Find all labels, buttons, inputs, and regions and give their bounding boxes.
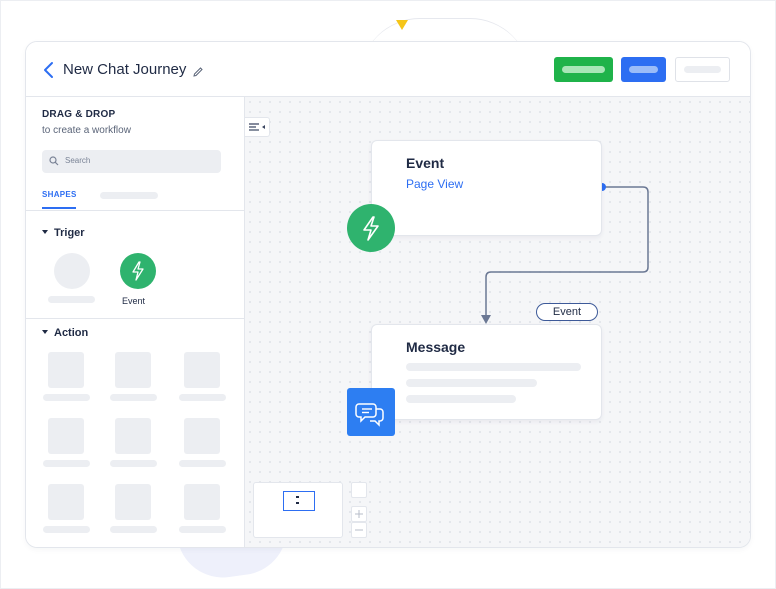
section-trigger-label: Triger — [54, 227, 85, 239]
divider — [26, 318, 245, 319]
edge-label[interactable]: Event — [536, 303, 598, 321]
message-content-placeholder — [406, 395, 516, 403]
event-node-badge — [347, 204, 395, 252]
drag-drop-subtitle: to create a workflow — [42, 125, 131, 136]
action-shape-placeholder[interactable] — [48, 484, 84, 520]
minus-icon — [355, 529, 363, 531]
chevron-left-icon — [44, 62, 53, 78]
shape-label-placeholder — [43, 460, 90, 467]
shape-label-placeholder — [110, 460, 157, 467]
shape-label-placeholder — [179, 460, 226, 467]
zoom-out-button[interactable] — [351, 522, 367, 538]
section-action-label: Action — [54, 327, 89, 339]
action-shape-placeholder[interactable] — [115, 484, 151, 520]
shape-label-placeholder — [179, 526, 226, 533]
search-icon — [49, 156, 59, 166]
event-shape[interactable] — [120, 253, 156, 289]
search-input[interactable]: Search — [42, 150, 221, 173]
minimap-node — [296, 502, 299, 504]
shape-label-placeholder — [110, 526, 157, 533]
top-bar: New Chat Journey — [26, 42, 750, 97]
edit-title-button[interactable] — [192, 65, 204, 77]
pencil-icon — [193, 67, 203, 77]
tab-placeholder[interactable] — [100, 192, 158, 199]
save-button[interactable] — [621, 57, 666, 82]
button-label-placeholder — [629, 66, 658, 73]
shape-label-placeholder — [43, 526, 90, 533]
action-shape-placeholder[interactable] — [115, 418, 151, 454]
message-node[interactable]: Message — [371, 324, 602, 420]
active-tab-indicator — [42, 207, 76, 209]
shape-label-placeholder — [43, 394, 90, 401]
action-shape-placeholder[interactable] — [184, 352, 220, 388]
section-action-toggle[interactable]: Action — [42, 327, 88, 339]
action-shape-placeholder[interactable] — [115, 352, 151, 388]
message-content-placeholder — [406, 363, 581, 371]
message-node-badge — [347, 388, 395, 436]
event-shape-label: Event — [122, 296, 146, 306]
decorative-triangle — [396, 20, 408, 30]
workflow-canvas[interactable]: Event Event Page View Message — [245, 97, 750, 547]
drag-drop-title: DRAG & DROP — [42, 109, 116, 120]
action-shape-placeholder[interactable] — [184, 484, 220, 520]
button-label-placeholder — [684, 66, 721, 73]
search-placeholder: Search — [65, 156, 91, 165]
section-trigger-toggle[interactable]: Triger — [42, 227, 85, 239]
divider — [26, 210, 245, 211]
back-button[interactable] — [42, 61, 56, 79]
message-content-placeholder — [406, 379, 537, 387]
minimap[interactable] — [253, 482, 343, 538]
event-node-title: Event — [406, 155, 445, 171]
plus-icon — [355, 510, 363, 518]
button-label-placeholder — [562, 66, 605, 73]
message-node-title: Message — [406, 339, 466, 355]
tab-shapes[interactable]: SHAPES — [42, 190, 77, 199]
publish-button[interactable] — [554, 57, 613, 82]
caret-down-icon — [42, 230, 48, 235]
action-shape-placeholder[interactable] — [48, 418, 84, 454]
event-node[interactable]: Event Page View — [371, 140, 602, 236]
journey-builder-window: New Chat Journey DRAG & DROP to create a… — [25, 41, 751, 548]
trigger-shape-placeholder[interactable] — [54, 253, 90, 289]
event-node-subtitle: Page View — [406, 177, 464, 191]
shape-label-placeholder — [179, 394, 226, 401]
chat-bubbles-icon — [355, 403, 384, 427]
shape-label-placeholder — [110, 394, 157, 401]
shapes-sidebar: DRAG & DROP to create a workflow Search … — [26, 97, 245, 547]
lightning-icon — [363, 216, 379, 241]
fit-view-button[interactable] — [351, 482, 367, 498]
action-shape-placeholder[interactable] — [48, 352, 84, 388]
action-shape-placeholder[interactable] — [184, 418, 220, 454]
secondary-button[interactable] — [675, 57, 730, 82]
minimap-node — [296, 496, 299, 498]
minimap-viewport[interactable] — [283, 491, 315, 511]
shape-label-placeholder — [48, 296, 95, 303]
page-title: New Chat Journey — [63, 61, 187, 78]
caret-down-icon — [42, 330, 48, 335]
zoom-in-button[interactable] — [351, 506, 367, 522]
lightning-icon — [132, 261, 144, 281]
